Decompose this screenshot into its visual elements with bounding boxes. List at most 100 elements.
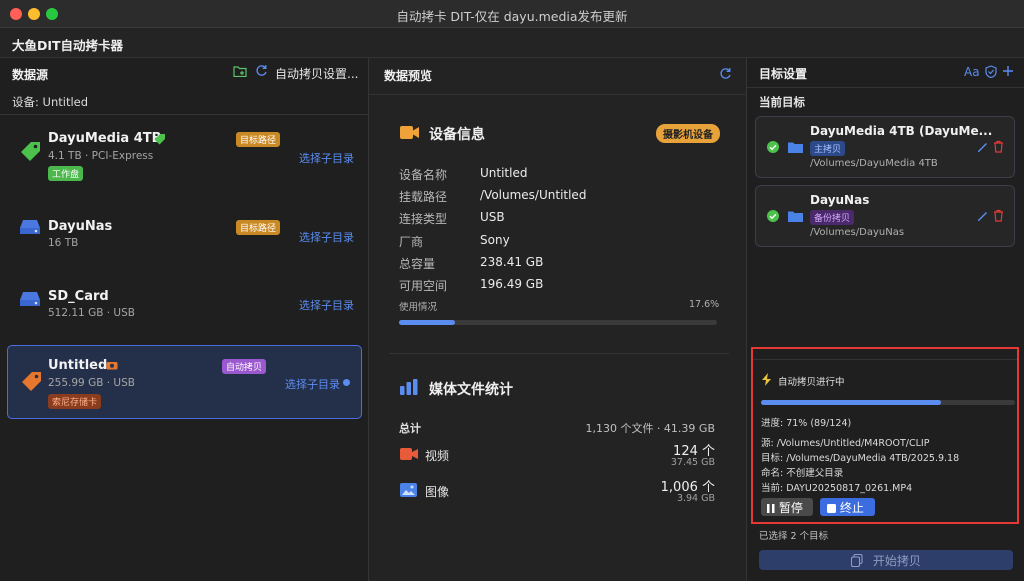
- refresh-icon[interactable]: [719, 67, 732, 80]
- start-copy-button[interactable]: 开始拷贝: [759, 550, 1013, 570]
- device-name: SD_Card: [48, 289, 109, 304]
- usage-bar: [399, 320, 717, 325]
- bar-chart-icon: [400, 379, 418, 395]
- stop-label: 终止: [839, 501, 864, 515]
- usage-percent: 17.6%: [689, 299, 720, 310]
- device-name: Untitled: [48, 358, 108, 373]
- drive-icon: [20, 220, 40, 234]
- image-icon: [400, 483, 417, 497]
- refresh-icon[interactable]: [255, 64, 268, 77]
- naming-line: 命名: 不创建父目录: [761, 468, 844, 479]
- info-value: /Volumes/Untitled: [480, 188, 587, 202]
- pause-icon: [767, 504, 775, 513]
- progress-title: 自动拷贝进行中: [778, 377, 845, 388]
- copy-progress-fill: [761, 400, 942, 405]
- info-value: USB: [480, 210, 505, 224]
- video-label: 视频: [425, 449, 450, 463]
- select-subdir-button[interactable]: 选择子目录: [299, 150, 354, 166]
- divider: [0, 114, 369, 115]
- target-path-line: 目标: /Volumes/DayuMedia 4TB/2025.9.18: [761, 453, 960, 464]
- info-label: 连接类型: [399, 212, 448, 226]
- info-value: Sony: [480, 233, 510, 247]
- device-item-dayumedia-4tb[interactable]: DayuMedia 4TB 4.1 TB · PCI-Express 工作盘 目…: [6, 120, 363, 186]
- window-title: 自动拷卡 DIT-仅在 dayu.media发布更新: [396, 9, 628, 24]
- stop-icon: [827, 504, 836, 513]
- trash-icon[interactable]: [993, 140, 1004, 153]
- tag-icon: [22, 372, 41, 391]
- device-details: 16 TB: [48, 237, 79, 249]
- source-path: 源: /Volumes/Untitled/M4ROOT/CLIP: [761, 438, 930, 449]
- copy-progress-bar: [761, 400, 1015, 405]
- usage-bar-fill: [399, 320, 455, 325]
- info-value: 196.49 GB: [480, 277, 544, 291]
- selected-count: 已选择 2 个目标: [759, 531, 829, 542]
- edit-icon[interactable]: [977, 210, 988, 221]
- auto-copy-settings-button[interactable]: 自动拷贝设置...: [275, 65, 358, 82]
- current-target-label: 当前目标: [759, 95, 805, 109]
- add-icon[interactable]: [1002, 65, 1014, 77]
- total-label: 总计: [399, 422, 421, 435]
- device-item-sd-card[interactable]: SD_Card 512.11 GB · USB 选择子目录: [6, 274, 363, 330]
- camera-device-badge: 摄影机设备: [656, 124, 720, 143]
- device-item-untitled[interactable]: Untitled 255.99 GB · USB 索尼存储卡 自动拷贝 选择子目…: [7, 345, 362, 419]
- check-circle-icon: [767, 141, 779, 153]
- data-preview-panel: 数据预览 设备信息 摄影机设备 设备名称 Untitled 挂载路径 /Volu…: [369, 58, 747, 581]
- target-path: /Volumes/DayuNas: [810, 227, 905, 238]
- shield-check-icon[interactable]: [985, 65, 997, 78]
- select-subdir-button[interactable]: 选择子目录: [285, 376, 340, 392]
- start-copy-label: 开始拷贝: [872, 554, 921, 568]
- usage-label: 使用情况: [399, 302, 438, 313]
- info-label: 总容量: [399, 257, 436, 271]
- edit-icon[interactable]: [977, 141, 988, 152]
- target-path: /Volumes/DayuMedia 4TB: [810, 158, 938, 169]
- info-label: 可用空间: [399, 279, 448, 293]
- data-preview-header: 数据预览: [384, 69, 433, 83]
- pause-button[interactable]: 暂停: [761, 498, 813, 516]
- app-title: 大鱼DIT自动拷卡器: [12, 38, 124, 53]
- divider: [753, 359, 1017, 360]
- device-details: 4.1 TB · PCI-Express: [48, 150, 154, 162]
- title-bar: 自动拷卡 DIT-仅在 dayu.media发布更新: [0, 0, 1024, 28]
- select-subdir-button[interactable]: 选择子目录: [299, 297, 354, 313]
- data-source-panel: 数据源 自动拷贝设置... 设备: Untitled DayuMedia 4TB…: [0, 58, 369, 581]
- target-path-badge: 目标路径: [236, 132, 281, 147]
- work-disk-tag: 工作盘: [48, 166, 84, 181]
- backup-copy-tag: 备份拷贝: [810, 210, 855, 225]
- total-value: 1,130 个文件 · 41.39 GB: [585, 422, 715, 435]
- pause-label: 暂停: [778, 501, 803, 515]
- device-name: DayuNas: [48, 219, 113, 234]
- info-label: 挂载路径: [399, 190, 448, 204]
- target-card-dayunas[interactable]: DayuNas 备份拷贝 /Volumes/DayuNas: [755, 185, 1015, 247]
- drive-icon: [20, 292, 40, 306]
- device-details: 512.11 GB · USB: [48, 307, 135, 319]
- green-tag-icon: [154, 134, 165, 145]
- device-details: 255.99 GB · USB: [48, 377, 135, 389]
- image-size: 3.94 GB: [676, 493, 715, 504]
- lightning-icon: [762, 373, 771, 386]
- sony-card-tag: 索尼存储卡: [48, 394, 102, 409]
- folder-icon: [788, 211, 803, 222]
- divider: [389, 353, 729, 354]
- new-folder-icon[interactable]: [233, 65, 247, 77]
- stop-button[interactable]: 终止: [820, 498, 875, 516]
- video-camera-icon: [400, 126, 419, 139]
- info-value: Untitled: [480, 166, 528, 180]
- divider: [747, 87, 1024, 88]
- check-circle-icon: [767, 210, 779, 222]
- tag-icon: [21, 142, 40, 161]
- font-size-button[interactable]: Aa: [964, 65, 980, 79]
- app-toolbar: 大鱼DIT自动拷卡器: [0, 28, 1024, 58]
- video-size: 37.45 GB: [670, 457, 715, 468]
- camera-icon: [106, 362, 118, 370]
- primary-copy-tag: 主拷贝: [810, 141, 846, 156]
- folder-icon: [788, 142, 803, 153]
- trash-icon[interactable]: [993, 209, 1004, 222]
- target-card-dayumedia[interactable]: DayuMedia 4TB (DayuMe... 主拷贝 /Volumes/Da…: [755, 116, 1015, 178]
- auto-copy-progress-panel: 自动拷贝进行中 进度: 71% (89/124) 源: /Volumes/Unt…: [751, 347, 1019, 524]
- auto-copy-badge: 自动拷贝: [222, 359, 267, 374]
- device-item-dayunas[interactable]: DayuNas 16 TB 目标路径 选择子目录: [6, 202, 363, 258]
- data-source-header: 数据源: [12, 68, 49, 82]
- select-subdir-button[interactable]: 选择子目录: [299, 229, 354, 245]
- target-name: DayuNas: [810, 193, 870, 207]
- progress-text: 进度: 71% (89/124): [761, 418, 852, 429]
